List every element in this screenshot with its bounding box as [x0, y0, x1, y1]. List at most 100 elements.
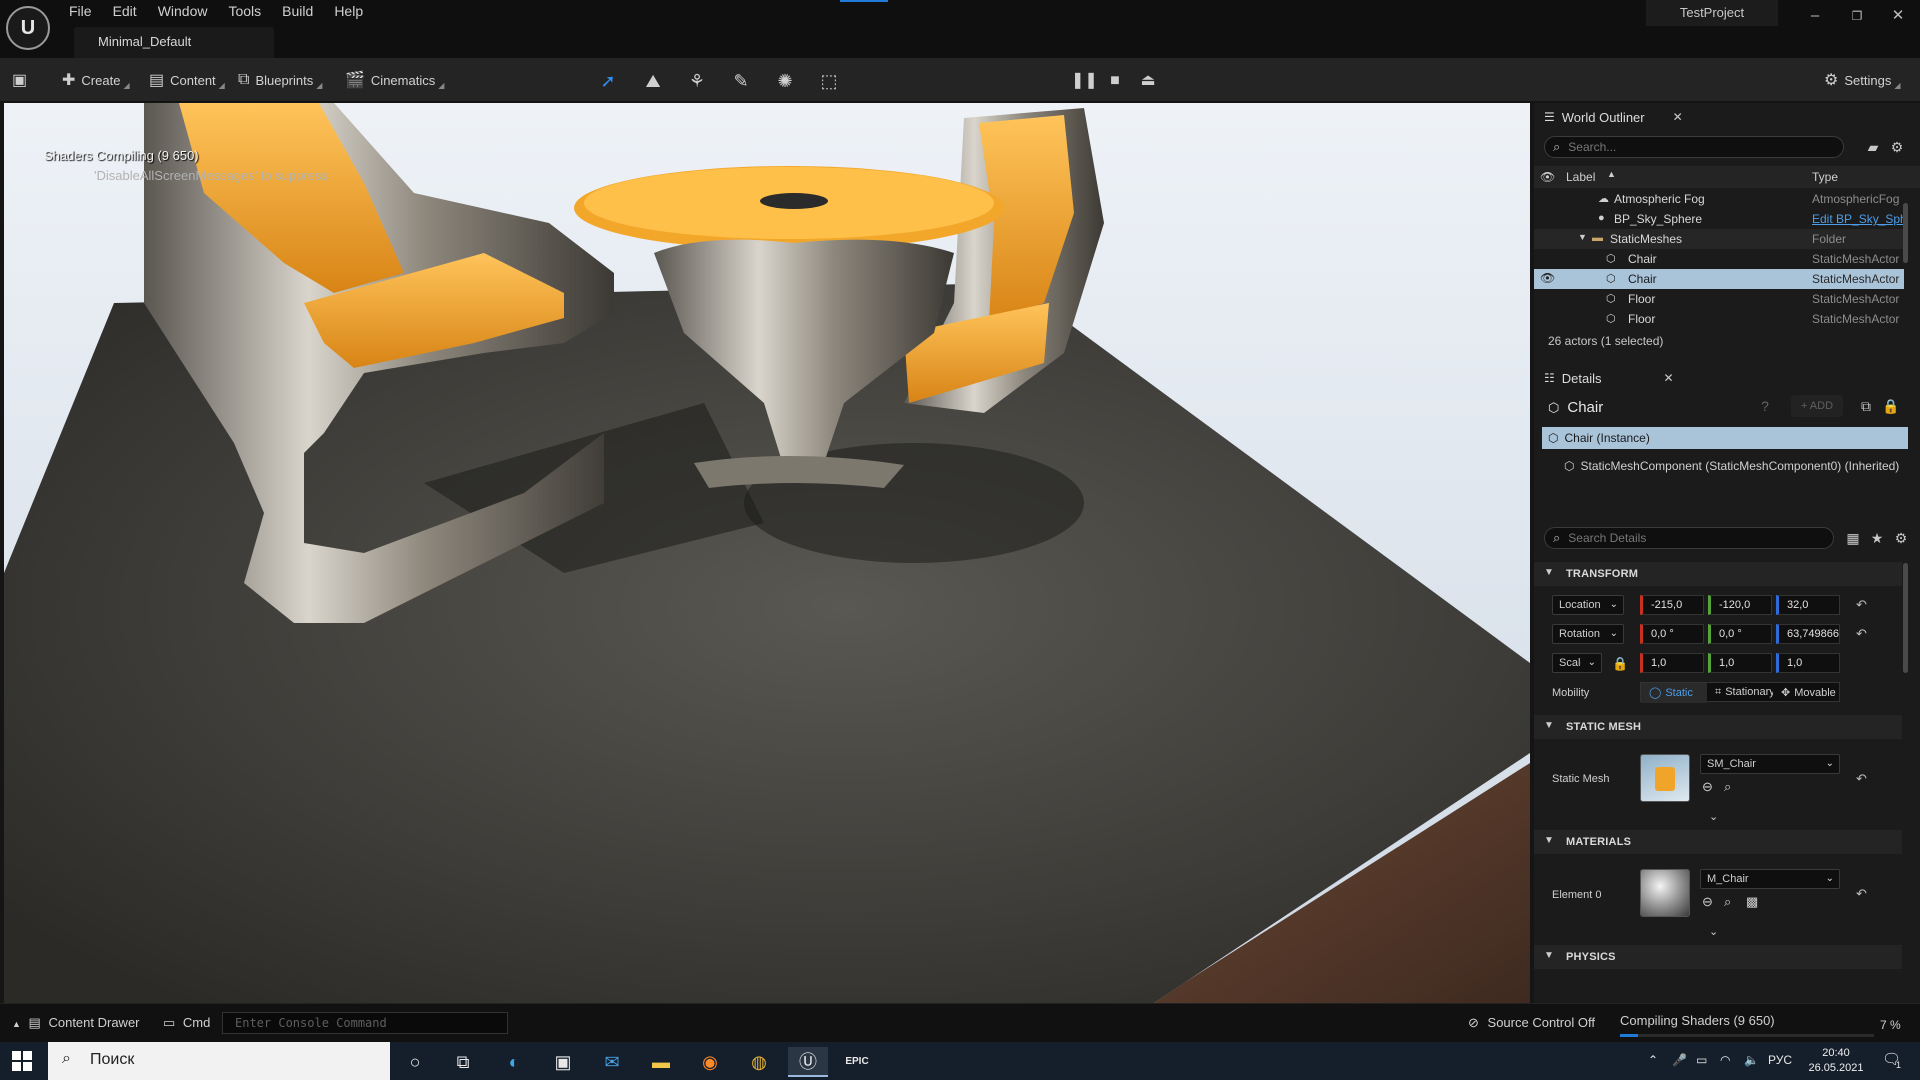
outliner-row-chair-selected[interactable]: 👁 ⬡ Chair StaticMeshActor: [1534, 269, 1904, 289]
type-column-header[interactable]: Type: [1812, 170, 1838, 184]
outliner-row-floor[interactable]: ⬡ Floor StaticMeshActor: [1534, 289, 1904, 309]
menu-build[interactable]: Build: [273, 0, 325, 24]
rotation-z-field[interactable]: 63,749866: [1776, 624, 1840, 644]
restore-icon[interactable]: ❐: [1839, 4, 1875, 28]
location-mode-dropdown[interactable]: Location ⌄: [1552, 595, 1624, 615]
add-folder-icon[interactable]: ▰: [1864, 138, 1882, 156]
console-command-input[interactable]: Enter Console Command: [222, 1012, 508, 1034]
browse-search-icon[interactable]: ⌕: [1724, 779, 1731, 795]
mesh-paint-mode-icon[interactable]: ✎: [728, 70, 754, 92]
material-dropdown[interactable]: M_Chair ⌄: [1700, 869, 1840, 889]
grid-view-icon[interactable]: ▦: [1844, 529, 1862, 547]
unreal-logo-icon[interactable]: U: [6, 6, 50, 50]
blueprint-icon[interactable]: ⧉: [1857, 397, 1875, 415]
minimize-icon[interactable]: –: [1797, 4, 1833, 28]
save-button[interactable]: ▣: [12, 67, 33, 93]
create-button[interactable]: ✚ Create ◢: [62, 67, 130, 93]
menu-edit[interactable]: Edit: [104, 0, 149, 24]
rotation-mode-dropdown[interactable]: Rotation ⌄: [1552, 624, 1624, 644]
fracture-mode-icon[interactable]: ✺: [772, 70, 798, 92]
browse-search-icon[interactable]: ⌕: [1724, 894, 1731, 910]
lock-icon[interactable]: 🔒: [1882, 397, 1900, 415]
chrome-icon[interactable]: ◍: [739, 1047, 779, 1077]
texture-grid-icon[interactable]: ▩: [1746, 894, 1758, 910]
section-static-mesh[interactable]: ▼ STATIC MESH: [1534, 715, 1902, 739]
cmd-button[interactable]: ▭ Cmd: [163, 1015, 210, 1031]
pause-icon[interactable]: ❚❚: [1071, 70, 1098, 92]
details-scrollbar[interactable]: [1903, 563, 1908, 673]
file-explorer-icon[interactable]: ▬: [641, 1047, 681, 1077]
component-tree-item[interactable]: ⬡ StaticMeshComponent (StaticMeshComponen…: [1564, 459, 1908, 473]
store-icon[interactable]: ▣: [543, 1047, 583, 1077]
reset-arrow-icon[interactable]: ↶: [1856, 597, 1867, 613]
outliner-scrollbar[interactable]: [1903, 203, 1908, 263]
menu-window[interactable]: Window: [149, 0, 220, 24]
settings-button[interactable]: ⚙ Settings ◢: [1824, 67, 1900, 93]
task-view-icon[interactable]: ⧉: [443, 1047, 483, 1077]
tab-details[interactable]: ☷ Details ✕: [1544, 367, 1674, 389]
mobility-movable[interactable]: ✥ Movable: [1773, 683, 1839, 703]
volume-icon[interactable]: 🔈: [1744, 1053, 1759, 1067]
landscape-mode-icon[interactable]: ⛰: [640, 70, 666, 92]
reset-arrow-icon[interactable]: ↶: [1856, 886, 1867, 902]
scale-y-field[interactable]: 1,0: [1708, 653, 1772, 673]
label-column-header[interactable]: Label: [1566, 170, 1595, 184]
use-selected-icon[interactable]: ⊖: [1702, 894, 1713, 910]
outliner-search-input[interactable]: ⌕ Search...: [1544, 136, 1844, 158]
outliner-row-floor[interactable]: ⬡ Floor StaticMeshActor: [1534, 309, 1904, 329]
static-mesh-dropdown[interactable]: SM_Chair ⌄: [1700, 754, 1840, 774]
lock-icon[interactable]: 🔒: [1612, 656, 1628, 672]
cinematics-button[interactable]: 🎬 Cinematics ◢: [345, 67, 444, 93]
help-icon[interactable]: ?: [1756, 397, 1774, 415]
reset-arrow-icon[interactable]: ↶: [1856, 626, 1867, 642]
location-z-field[interactable]: 32,0: [1776, 595, 1840, 615]
instance-component-row[interactable]: ⬡ Chair (Instance): [1542, 427, 1908, 449]
modeling-mode-icon[interactable]: ⬚: [816, 70, 842, 92]
material-thumbnail[interactable]: [1640, 869, 1690, 917]
outliner-row-staticmeshes-folder[interactable]: ▼ ▬ StaticMeshes Folder: [1534, 229, 1904, 249]
language-indicator[interactable]: РУС: [1768, 1053, 1792, 1067]
gear-icon[interactable]: ⚙: [1892, 529, 1910, 547]
chevron-down-icon[interactable]: ▼: [1578, 232, 1587, 242]
epic-launcher-icon[interactable]: EPIC: [837, 1047, 877, 1077]
scale-mode-dropdown[interactable]: Scale ⌄: [1552, 653, 1602, 673]
scale-z-field[interactable]: 1,0: [1776, 653, 1840, 673]
close-icon[interactable]: ✕: [1664, 371, 1674, 385]
outliner-row-atmospheric-fog[interactable]: ☁ Atmospheric Fog AtmosphericFog: [1534, 189, 1904, 209]
blueprints-button[interactable]: ⧉ Blueprints ◢: [238, 67, 322, 93]
firefox-icon[interactable]: ◉: [690, 1047, 730, 1077]
menu-help[interactable]: Help: [325, 0, 375, 24]
reset-arrow-icon[interactable]: ↶: [1856, 771, 1867, 787]
taskbar-search-box[interactable]: ⌕ Поиск: [48, 1042, 390, 1080]
content-drawer-button[interactable]: ▲ ▤ Content Drawer: [12, 1015, 140, 1031]
expand-chevron-icon[interactable]: ⌄: [1709, 925, 1718, 938]
menu-file[interactable]: File: [60, 0, 104, 24]
content-button[interactable]: ▤ Content ◢: [149, 67, 225, 93]
mail-icon[interactable]: ✉: [592, 1047, 632, 1077]
stop-icon[interactable]: ■: [1104, 70, 1126, 92]
mesh-thumbnail[interactable]: [1640, 754, 1690, 802]
cortana-icon[interactable]: ○: [395, 1047, 435, 1077]
visibility-eye-icon[interactable]: 👁: [1540, 271, 1555, 285]
mobility-stationary[interactable]: ⌗ Stationary: [1707, 683, 1773, 703]
foliage-mode-icon[interactable]: ⚘: [684, 70, 710, 92]
details-search-input[interactable]: ⌕ Search Details: [1544, 527, 1834, 549]
add-component-button[interactable]: + ADD: [1791, 395, 1843, 417]
clock[interactable]: 20:40 26.05.2021: [1800, 1046, 1872, 1076]
close-icon[interactable]: ✕: [1673, 110, 1683, 124]
section-physics[interactable]: ▼ PHYSICS: [1534, 945, 1902, 969]
source-control-button[interactable]: ⊘ Source Control Off: [1468, 1015, 1595, 1031]
rotation-x-field[interactable]: 0,0 °: [1640, 624, 1704, 644]
microphone-icon[interactable]: 🎤: [1672, 1053, 1687, 1067]
battery-icon[interactable]: ▭: [1696, 1053, 1707, 1067]
mobility-static[interactable]: ◯ Static: [1641, 683, 1707, 703]
windows-start-icon[interactable]: [12, 1051, 32, 1071]
unreal-editor-taskbar-icon[interactable]: Ⓤ: [788, 1047, 828, 1077]
star-icon[interactable]: ★: [1868, 529, 1886, 547]
select-mode-icon[interactable]: ➚: [595, 70, 621, 92]
wifi-icon[interactable]: ◠: [1720, 1053, 1730, 1067]
scale-x-field[interactable]: 1,0: [1640, 653, 1704, 673]
rotation-y-field[interactable]: 0,0 °: [1708, 624, 1772, 644]
location-y-field[interactable]: -120,0: [1708, 595, 1772, 615]
tray-chevron-up-icon[interactable]: ⌃: [1648, 1053, 1658, 1067]
